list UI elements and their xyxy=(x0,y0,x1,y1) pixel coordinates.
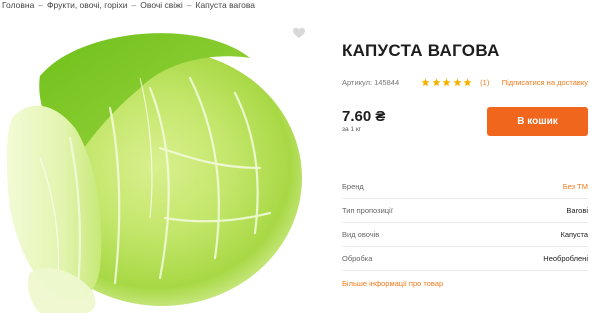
property-label: Тип пропозиції xyxy=(342,206,393,215)
star-icon xyxy=(442,78,451,86)
product-properties: Бренд Без ТМ Тип пропозиції Вагові Вид о… xyxy=(342,175,588,271)
more-info-link[interactable]: Більше інформації про товар xyxy=(342,279,443,288)
breadcrumb-home[interactable]: Головна xyxy=(2,0,34,10)
property-row: Обробка Необроблені xyxy=(342,247,588,271)
heart-icon xyxy=(293,27,305,38)
property-value: Вагові xyxy=(566,206,588,215)
breadcrumb-separator: – xyxy=(38,0,44,10)
subscribe-delivery-link[interactable]: Підписатися на доставку xyxy=(502,78,588,87)
property-value: Необроблені xyxy=(543,254,588,263)
star-icon xyxy=(432,78,441,86)
sku-label: Артикул: 145844 xyxy=(342,77,400,87)
breadcrumb-fresh-vegetables[interactable]: Овочі свіжі xyxy=(140,0,182,10)
reviews-count-link[interactable]: (1) xyxy=(480,78,489,87)
product-image[interactable] xyxy=(0,18,320,313)
breadcrumb-separator: – xyxy=(186,0,192,10)
add-to-cart-button[interactable]: В кошик xyxy=(487,107,588,136)
property-row: Бренд Без ТМ xyxy=(342,175,588,199)
price-unit: за 1 кг xyxy=(342,126,362,133)
breadcrumb-fruits-vegetables[interactable]: Фрукти, овочі, горіхи xyxy=(47,0,128,10)
rating-stars[interactable] xyxy=(421,78,472,87)
breadcrumb: Головна – Фрукти, овочі, горіхи – Овочі … xyxy=(2,0,255,10)
property-label: Бренд xyxy=(342,182,364,191)
property-label: Обробка xyxy=(342,254,373,263)
property-row: Тип пропозиції Вагові xyxy=(342,199,588,223)
property-label: Вид овочів xyxy=(342,230,380,239)
product-price: 7.60 ₴ xyxy=(342,108,386,125)
cabbage-image xyxy=(6,33,302,313)
star-icon xyxy=(421,78,430,86)
brand-link[interactable]: Без ТМ xyxy=(563,182,588,191)
product-title: КАПУСТА ВАГОВА xyxy=(342,41,500,60)
star-icon xyxy=(463,78,472,86)
product-meta: Артикул: 145844 (1) Підписатися на доста… xyxy=(342,75,588,89)
property-value: Капуста xyxy=(560,230,588,239)
star-icon xyxy=(453,78,462,86)
breadcrumb-current: Капуста вагова xyxy=(195,0,256,10)
property-row: Вид овочів Капуста xyxy=(342,223,588,247)
breadcrumb-separator: – xyxy=(131,0,137,10)
wishlist-button[interactable] xyxy=(292,26,306,40)
